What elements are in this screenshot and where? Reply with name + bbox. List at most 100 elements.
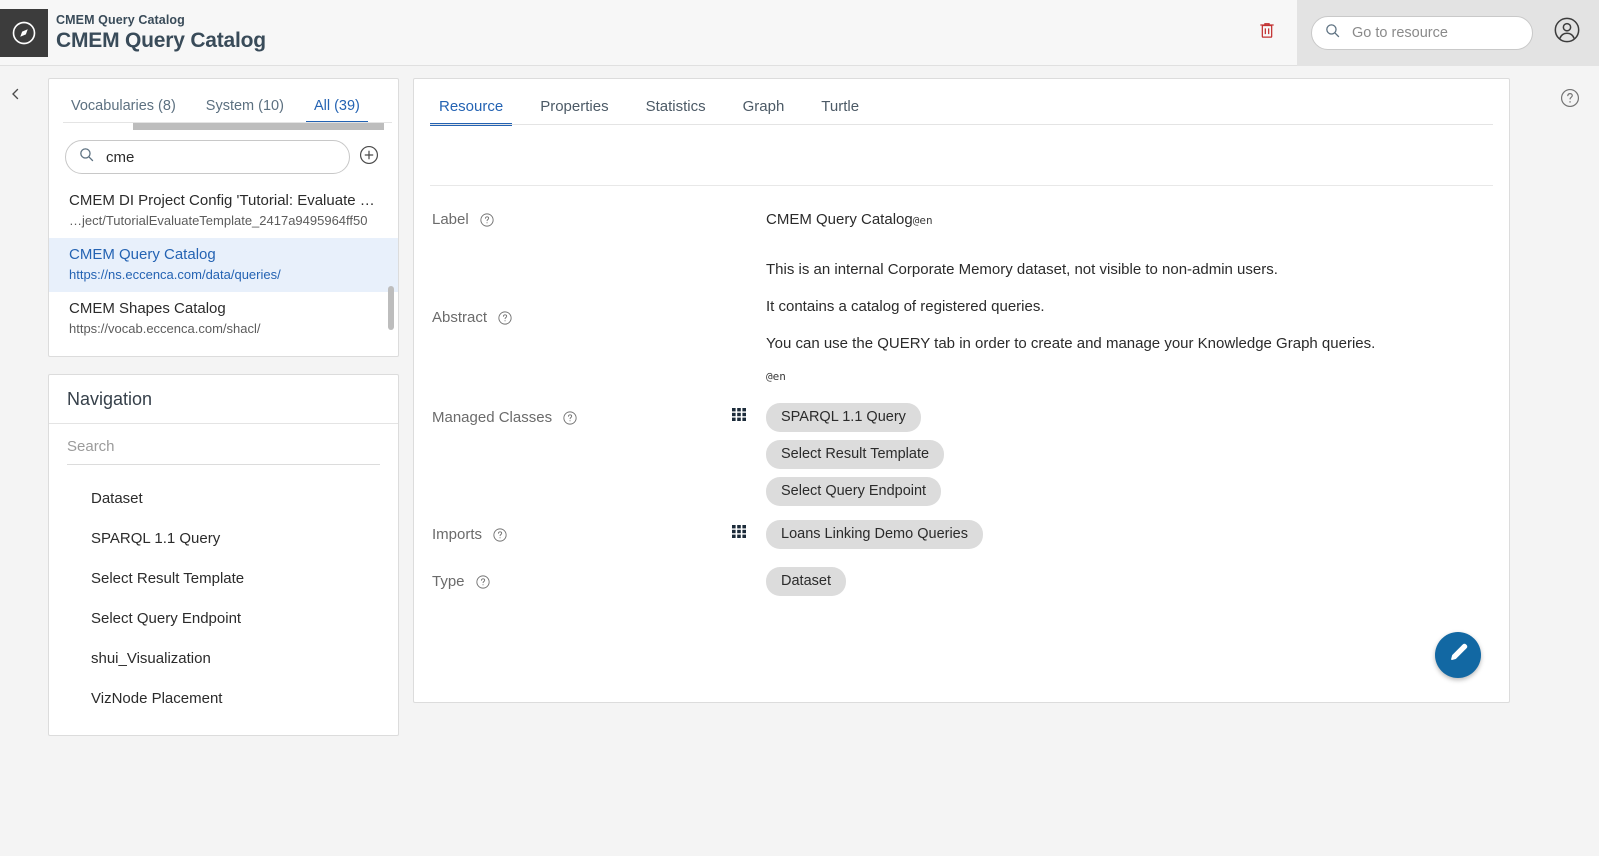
list-item[interactable]: CMEM Shapes Catalog https://vocab.eccenc… xyxy=(49,292,398,346)
tag-select-query-endpoint[interactable]: Select Query Endpoint xyxy=(766,477,941,506)
list-item-title: CMEM Query Catalog xyxy=(69,244,382,265)
property-label: Label xyxy=(432,209,732,228)
nav-item-select-result-template[interactable]: Select Result Template xyxy=(49,559,398,599)
property-label-text: Abstract xyxy=(432,309,487,326)
property-row-type: Type Dataset xyxy=(414,567,1509,604)
abstract-paragraph: It contains a catalog of registered quer… xyxy=(766,296,1375,317)
tag-loans-linking-demo-queries[interactable]: Loans Linking Demo Queries xyxy=(766,520,983,549)
nav-item-dataset[interactable]: Dataset xyxy=(49,479,398,519)
label-value: CMEM Query Catalog@en xyxy=(766,209,933,231)
property-row-label: Label CMEM Query Catalog@en xyxy=(414,209,1509,231)
navigation-card: Navigation Dataset SPARQL 1.1 Query Sele… xyxy=(48,374,399,736)
left-rail xyxy=(0,66,32,856)
question-circle-icon[interactable] xyxy=(497,310,513,326)
navigation-search-input[interactable] xyxy=(67,434,380,465)
property-label: Imports xyxy=(432,520,732,543)
user-avatar-icon xyxy=(1553,16,1581,49)
property-label-text: Imports xyxy=(432,526,482,543)
navigation-heading: Navigation xyxy=(49,375,398,424)
page-title: CMEM Query Catalog xyxy=(56,28,266,54)
collapse-sidebar-button[interactable] xyxy=(4,84,28,108)
managed-classes-tags: SPARQL 1.1 Query Select Result Template … xyxy=(766,403,944,514)
tab-turtle[interactable]: Turtle xyxy=(812,98,868,125)
header-titles: CMEM Query Catalog CMEM Query Catalog xyxy=(56,12,266,54)
question-circle-icon xyxy=(1559,87,1581,114)
property-label: Type xyxy=(432,567,732,590)
list-item-selected[interactable]: CMEM Query Catalog https://ns.eccenca.co… xyxy=(49,238,398,292)
compass-icon xyxy=(10,19,38,47)
go-to-resource-input[interactable] xyxy=(1350,24,1520,42)
help-button[interactable] xyxy=(1558,88,1582,112)
grid-icon[interactable] xyxy=(732,408,746,425)
list-item-subtitle: https://ns.eccenca.com/data/queries/ xyxy=(69,265,382,285)
property-value: SPARQL 1.1 Query Select Result Template … xyxy=(732,403,1509,514)
resource-search-row xyxy=(49,130,398,184)
detail-tabs: Resource Properties Statistics Graph Tur… xyxy=(414,79,1509,125)
grid-icon-wrap xyxy=(732,403,766,426)
property-row-imports: Imports xyxy=(414,520,1509,557)
user-account-button[interactable] xyxy=(1547,13,1587,53)
property-label-text: Managed Classes xyxy=(432,409,552,426)
list-item-subtitle: …ject/TutorialEvaluateTemplate_2417a9495… xyxy=(69,211,382,231)
resource-properties-body: Label CMEM Query Catalog@en xyxy=(414,186,1509,604)
nav-item-shui-visualization[interactable]: shui_Visualization xyxy=(49,639,398,679)
grid-icon-spacer xyxy=(732,259,766,264)
app-logo[interactable] xyxy=(0,9,48,57)
property-label: Managed Classes xyxy=(432,403,732,426)
grid-icon-spacer xyxy=(732,567,766,572)
abstract-value: This is an internal Corporate Memory dat… xyxy=(766,259,1375,383)
label-value-text: CMEM Query Catalog xyxy=(766,211,913,228)
list-item-title: CMEM Shapes Catalog xyxy=(69,298,382,319)
property-row-managed-classes: Managed Classes xyxy=(414,403,1509,514)
resource-results-list: CMEM DI Project Config 'Tutorial: Evalua… xyxy=(49,184,398,356)
tag-dataset[interactable]: Dataset xyxy=(766,567,846,596)
abstract-paragraph: This is an internal Corporate Memory dat… xyxy=(766,259,1375,280)
property-value: Dataset xyxy=(732,567,1509,604)
detail-tabs-rule xyxy=(430,124,1493,125)
label-language-tag: @en xyxy=(913,214,933,227)
tab-all[interactable]: All (39) xyxy=(306,98,368,123)
tag-sparql-query[interactable]: SPARQL 1.1 Query xyxy=(766,403,921,432)
trash-icon xyxy=(1257,20,1277,45)
resource-browser-tabs: Vocabularies (8) System (10) All (39) xyxy=(49,79,398,123)
tab-statistics[interactable]: Statistics xyxy=(637,98,715,125)
nav-item-select-query-endpoint[interactable]: Select Query Endpoint xyxy=(49,599,398,639)
tab-graph[interactable]: Graph xyxy=(734,98,794,125)
pencil-icon xyxy=(1448,642,1469,668)
resource-search-input[interactable] xyxy=(104,148,337,167)
right-rail xyxy=(1541,66,1599,856)
grid-icon[interactable] xyxy=(732,525,746,542)
nav-item-viznode-placement[interactable]: VizNode Placement xyxy=(49,679,398,719)
search-icon xyxy=(78,146,95,168)
tab-resource[interactable]: Resource xyxy=(430,98,512,125)
nav-item-sparql-query[interactable]: SPARQL 1.1 Query xyxy=(49,519,398,559)
tab-system[interactable]: System (10) xyxy=(198,98,292,123)
delete-resource-button[interactable] xyxy=(1247,13,1287,53)
add-resource-button[interactable] xyxy=(354,144,384,171)
question-circle-icon[interactable] xyxy=(479,212,495,228)
property-label-text: Type xyxy=(432,573,465,590)
go-to-resource-search[interactable] xyxy=(1311,16,1533,50)
edit-resource-button[interactable] xyxy=(1435,632,1481,678)
list-item-title: CMEM DI Project Config 'Tutorial: Evalua… xyxy=(69,190,382,211)
tag-select-result-template[interactable]: Select Result Template xyxy=(766,440,944,469)
tab-vocabularies[interactable]: Vocabularies (8) xyxy=(63,98,184,123)
property-value: CMEM Query Catalog@en xyxy=(732,209,1509,231)
question-circle-icon[interactable] xyxy=(475,574,491,590)
resource-search-field[interactable] xyxy=(65,140,350,174)
app-root: CMEM Query Catalog CMEM Query Catalog xyxy=(0,0,1599,856)
abstract-paragraph: You can use the QUERY tab in order to cr… xyxy=(766,333,1375,354)
question-circle-icon[interactable] xyxy=(562,410,578,426)
results-vertical-scrollbar[interactable] xyxy=(388,286,394,330)
list-item[interactable]: CMEM DI Project Config 'Tutorial: Evalua… xyxy=(49,184,398,238)
tabs-horizontal-scrollbar[interactable] xyxy=(63,123,384,130)
resource-browser-card: Vocabularies (8) System (10) All (39) xyxy=(48,78,399,357)
property-value: This is an internal Corporate Memory dat… xyxy=(732,259,1509,383)
header-right-tools xyxy=(1247,0,1599,66)
property-label-text: Label xyxy=(432,211,469,228)
plus-circle-icon xyxy=(358,144,380,171)
breadcrumb: CMEM Query Catalog xyxy=(56,12,266,28)
scrollbar-thumb[interactable] xyxy=(133,123,384,130)
question-circle-icon[interactable] xyxy=(492,527,508,543)
tab-properties[interactable]: Properties xyxy=(531,98,617,125)
